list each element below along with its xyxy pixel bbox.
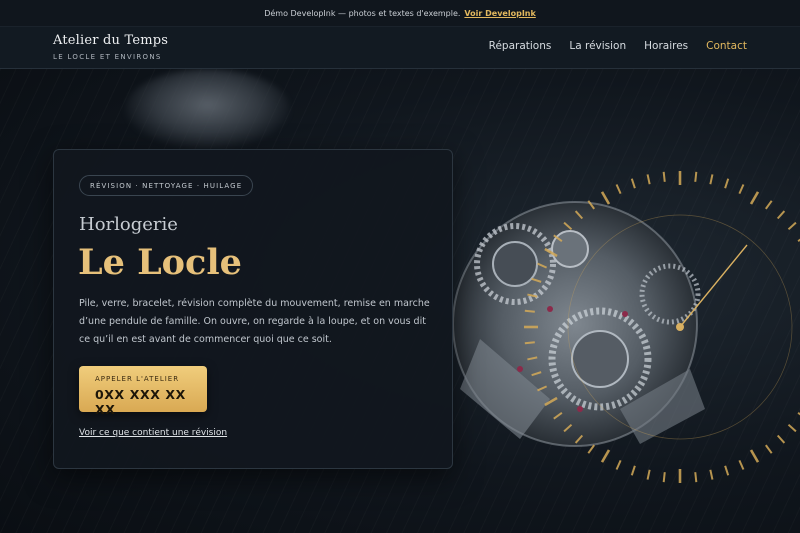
hero-card: RÉVISION · NETTOYAGE · HUILAGE Horlogeri…	[53, 149, 453, 469]
dial-tick	[738, 459, 745, 470]
hero-description: Pile, verre, bracelet, révision complète…	[79, 298, 430, 345]
dial-tick	[646, 469, 651, 480]
call-atelier-button[interactable]: APPELER L'ATELIER 0XX XXX XX XX	[79, 366, 207, 417]
main-nav: Réparations La révision Horaires Contact	[489, 40, 747, 52]
dial-tick	[694, 472, 698, 483]
hero-section: RÉVISION · NETTOYAGE · HUILAGE Horlogeri…	[0, 69, 800, 533]
revision-details-link[interactable]: Voir ce que contient une révision	[79, 428, 227, 438]
dial-tick	[709, 469, 714, 480]
site-header: Atelier du Temps LE LOCLE ET ENVIRONS Ré…	[0, 27, 800, 69]
call-button-label: APPELER L'ATELIER	[95, 375, 180, 383]
dial-tick	[765, 444, 773, 454]
phone-number: 0XX XXX XX XX	[95, 387, 186, 417]
demo-banner-text: Démo DevelopInk — photos et textes d'exe…	[264, 8, 461, 18]
dial-tick	[587, 444, 595, 454]
nav-item-horaires[interactable]: Horaires	[644, 40, 688, 52]
blurred-watch-image	[125, 69, 290, 149]
brand-tagline: LE LOCLE ET ENVIRONS	[53, 53, 162, 61]
dial-tick	[694, 171, 698, 182]
brand-name[interactable]: Atelier du Temps	[53, 33, 168, 48]
dial-tick	[600, 191, 611, 205]
dial-tick	[615, 184, 622, 195]
dial-tick	[524, 341, 535, 345]
dial-tick	[709, 174, 714, 185]
demo-banner-link[interactable]: Voir DevelopInk	[464, 9, 535, 18]
hero-title: Le Locle	[78, 242, 242, 283]
dial-tick	[724, 178, 730, 189]
dial-tick	[749, 191, 760, 205]
dial-tick	[600, 449, 611, 463]
dial-tick	[776, 434, 786, 444]
dial-tick	[630, 178, 636, 189]
dial-tick	[787, 221, 797, 231]
dial-tick	[615, 459, 622, 470]
demo-banner: Démo DevelopInk — photos et textes d'exe…	[0, 0, 800, 27]
nav-item-contact[interactable]: Contact	[706, 40, 747, 52]
hero-eyebrow: Horlogerie	[79, 214, 178, 235]
dial-tick	[724, 465, 730, 476]
dial-tick	[787, 423, 797, 433]
dial-tick	[662, 472, 666, 483]
dial-tick	[524, 309, 535, 313]
nav-item-reparations[interactable]: Réparations	[489, 40, 552, 52]
watch-movement-image	[452, 171, 800, 483]
dial-tick	[749, 449, 760, 463]
dial-tick	[662, 171, 666, 182]
dial-tick	[776, 210, 786, 220]
services-chip: RÉVISION · NETTOYAGE · HUILAGE	[79, 175, 254, 196]
dial-tick	[765, 200, 773, 210]
dial-tick	[630, 465, 636, 476]
dial-tick	[646, 174, 651, 185]
dial-tick	[738, 184, 745, 195]
nav-item-revision[interactable]: La révision	[569, 40, 626, 52]
